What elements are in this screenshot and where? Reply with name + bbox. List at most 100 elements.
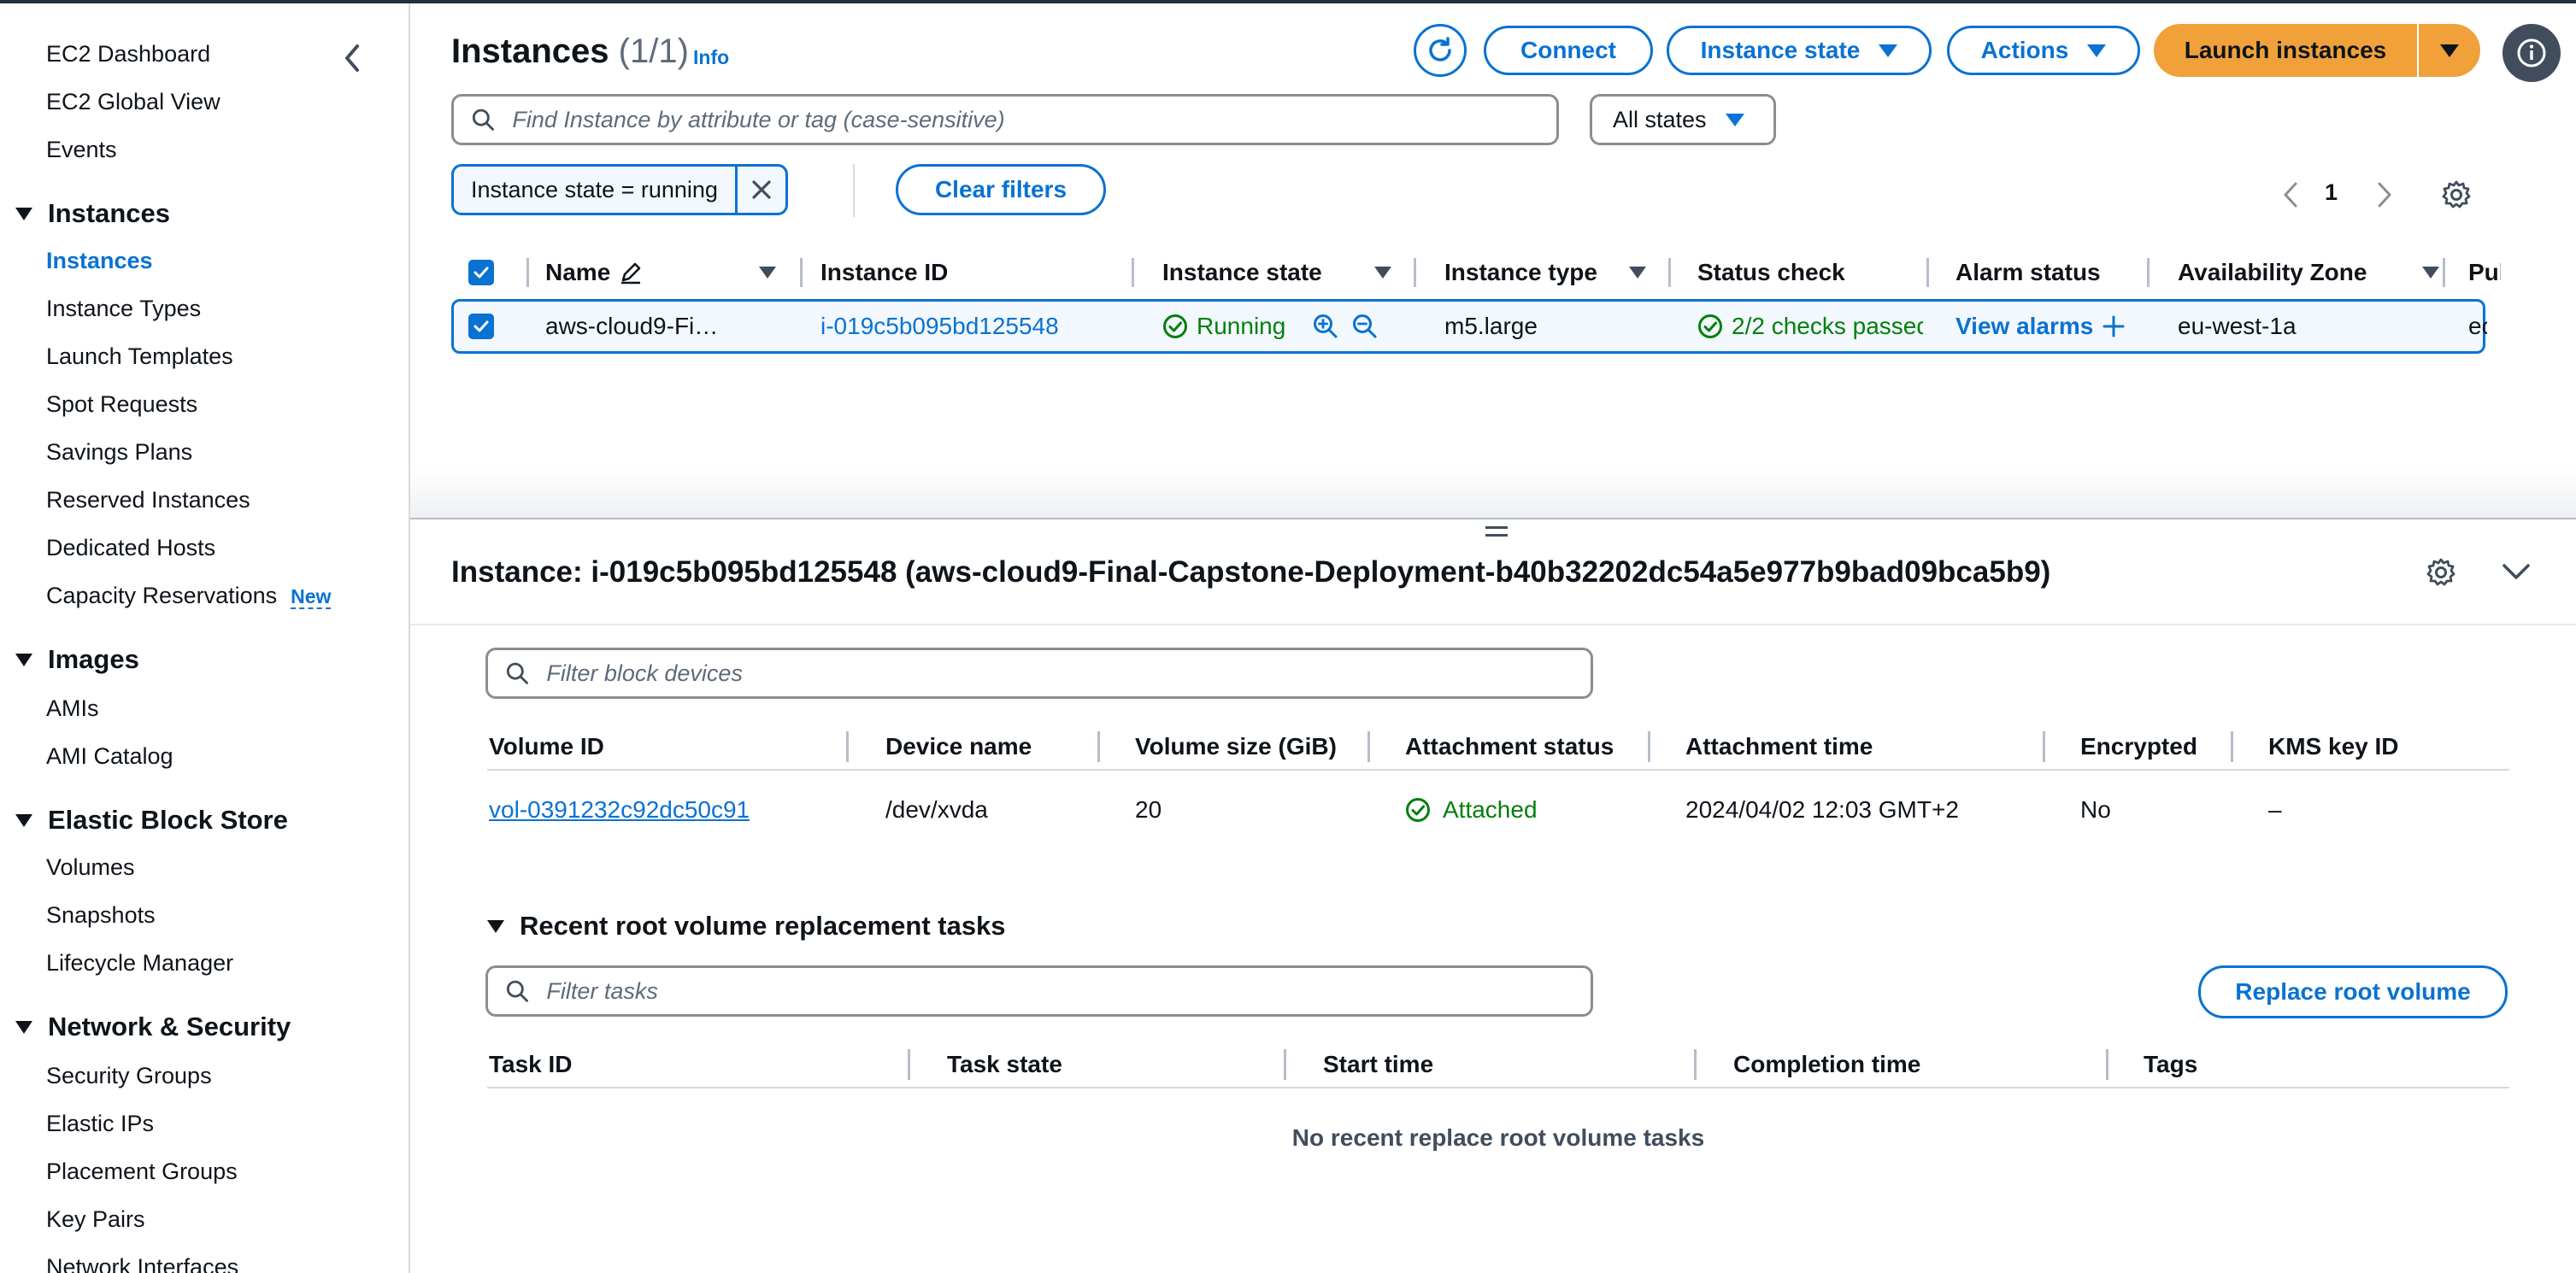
launch-options-dropdown[interactable] bbox=[2419, 24, 2480, 77]
device-name: /dev/xvda bbox=[885, 796, 988, 823]
col-instance-state[interactable]: Instance state bbox=[1162, 249, 1322, 296]
column-separator bbox=[1668, 258, 1671, 287]
col-name[interactable]: Name bbox=[545, 249, 643, 296]
attachment-status: Attached bbox=[1405, 788, 1538, 832]
instance-id-link[interactable]: i-019c5b095bd125548 bbox=[820, 302, 1059, 351]
instance-search-box[interactable] bbox=[451, 94, 1559, 145]
volume-size: 20 bbox=[1135, 796, 1162, 823]
tasks-filter[interactable] bbox=[485, 965, 1593, 1017]
sidebar-item-volumes[interactable]: Volumes bbox=[46, 854, 135, 881]
sidebar-item-events[interactable]: Events bbox=[46, 137, 117, 163]
zoom-in-icon[interactable] bbox=[1312, 302, 1339, 351]
col-attachment-time[interactable]: Attachment time bbox=[1685, 724, 1873, 769]
panel-fade bbox=[410, 468, 2576, 518]
split-panel-gear-icon[interactable] bbox=[2426, 557, 2456, 588]
sidebar-item-ec2-global-view[interactable]: EC2 Global View bbox=[46, 89, 221, 115]
instance-name: aws-cloud9-Fi… bbox=[545, 313, 719, 339]
sidebar-item-lifecycle-manager[interactable]: Lifecycle Manager bbox=[46, 950, 233, 977]
instance-state-dropdown[interactable]: Instance state bbox=[1667, 26, 1932, 75]
refresh-button[interactable] bbox=[1414, 24, 1467, 77]
sidebar-item-ami-catalog[interactable]: AMI Catalog bbox=[46, 743, 173, 770]
chevron-right-icon[interactable] bbox=[2376, 181, 2393, 208]
sidebar-item-launch-templates[interactable]: Launch Templates bbox=[46, 343, 233, 370]
col-public[interactable]: Publ bbox=[2468, 249, 2501, 296]
col-volume-size[interactable]: Volume size (GiB) bbox=[1135, 724, 1337, 769]
states-select[interactable]: All states bbox=[1590, 94, 1776, 145]
sidebar-item-instance-types[interactable]: Instance Types bbox=[46, 296, 201, 322]
sidebar-section-images[interactable]: Images bbox=[15, 644, 139, 675]
sidebar-item-network-interfaces[interactable]: Network Interfaces bbox=[46, 1254, 238, 1273]
col-instance-id[interactable]: Instance ID bbox=[820, 249, 948, 296]
sidebar-item-reserved-instances[interactable]: Reserved Instances bbox=[46, 487, 250, 513]
remove-filter-button[interactable] bbox=[738, 167, 785, 213]
tasks-filter-input[interactable] bbox=[544, 977, 1591, 1006]
col-volume-id[interactable]: Volume ID bbox=[489, 724, 604, 769]
success-circle-icon bbox=[1163, 314, 1187, 338]
sort-caret-icon[interactable] bbox=[759, 249, 776, 296]
sidebar-item-savings-plans[interactable]: Savings Plans bbox=[46, 439, 192, 466]
sidebar-item-spot-requests[interactable]: Spot Requests bbox=[46, 391, 197, 418]
info-link[interactable]: Info bbox=[693, 46, 729, 69]
page-number[interactable]: 1 bbox=[2325, 179, 2338, 206]
column-separator bbox=[1694, 1049, 1697, 1080]
sidebar-item-snapshots[interactable]: Snapshots bbox=[46, 902, 156, 929]
sidebar-section-elastic-block-store[interactable]: Elastic Block Store bbox=[15, 805, 288, 836]
resize-handle-icon[interactable] bbox=[1485, 526, 1508, 542]
sidebar-item-ec2-dashboard[interactable]: EC2 Dashboard bbox=[46, 41, 210, 67]
sidebar-section-network-security[interactable]: Network & Security bbox=[15, 1012, 291, 1042]
expanded-triangle-icon bbox=[15, 813, 32, 827]
col-completion-time[interactable]: Completion time bbox=[1733, 1042, 1920, 1087]
chevron-left-icon[interactable] bbox=[2282, 181, 2299, 208]
col-alarm-status[interactable]: Alarm status bbox=[1956, 249, 2101, 296]
sort-caret-icon[interactable] bbox=[1629, 249, 1646, 296]
sidebar-item-placement-groups[interactable]: Placement Groups bbox=[46, 1159, 238, 1185]
actions-dropdown[interactable]: Actions bbox=[1947, 26, 2140, 75]
block-devices-filter-input[interactable] bbox=[544, 659, 1591, 688]
sort-caret-icon[interactable] bbox=[2422, 249, 2439, 296]
view-alarms-link[interactable]: View alarms bbox=[1956, 302, 2126, 351]
help-info-button[interactable] bbox=[2502, 24, 2561, 82]
sidebar-item-security-groups[interactable]: Security Groups bbox=[46, 1063, 212, 1089]
col-kms-key-id[interactable]: KMS key ID bbox=[2268, 724, 2399, 769]
col-task-state[interactable]: Task state bbox=[947, 1042, 1062, 1087]
zoom-out-icon[interactable] bbox=[1351, 302, 1379, 351]
col-task-id[interactable]: Task ID bbox=[489, 1042, 573, 1087]
expanded-triangle-icon bbox=[15, 207, 32, 220]
replace-root-volume-button[interactable]: Replace root volume bbox=[2198, 965, 2508, 1018]
col-attachment-status[interactable]: Attachment status bbox=[1405, 724, 1614, 769]
col-availability-zone[interactable]: Availability Zone bbox=[2178, 249, 2367, 296]
row-checkbox[interactable] bbox=[468, 302, 494, 351]
collapse-panel-chevron-down-icon[interactable] bbox=[2501, 560, 2532, 583]
column-separator bbox=[2147, 258, 2150, 287]
sort-caret-icon[interactable] bbox=[1374, 249, 1391, 296]
instance-search-input[interactable] bbox=[510, 105, 1556, 134]
col-status-check[interactable]: Status check bbox=[1697, 249, 1845, 296]
sidebar-item-instances[interactable]: Instances bbox=[46, 248, 153, 274]
column-separator bbox=[2106, 1049, 2108, 1080]
select-all-checkbox[interactable] bbox=[468, 249, 494, 296]
connect-button[interactable]: Connect bbox=[1484, 26, 1653, 75]
col-device-name[interactable]: Device name bbox=[885, 724, 1032, 769]
sidebar-item-elastic-ips[interactable]: Elastic IPs bbox=[46, 1111, 154, 1137]
col-tags[interactable]: Tags bbox=[2144, 1042, 2197, 1087]
launch-instances-button[interactable]: Launch instances bbox=[2154, 24, 2417, 77]
volume-id-link[interactable]: vol-0391232c92dc50c91 bbox=[489, 788, 750, 832]
column-separator bbox=[526, 258, 529, 287]
col-instance-type[interactable]: Instance type bbox=[1444, 249, 1597, 296]
filter-token-label: Instance state = running bbox=[454, 167, 738, 213]
table-row: vol-0391232c92dc50c91 /dev/xvda 20 Attac… bbox=[487, 788, 2509, 839]
collapse-chevron-icon[interactable] bbox=[342, 43, 362, 73]
sidebar-section-instances[interactable]: Instances bbox=[15, 198, 170, 229]
table-row[interactable]: aws-cloud9-Fi… i-019c5b095bd125548 Runni… bbox=[451, 299, 2487, 354]
table-preferences-gear-icon[interactable] bbox=[2441, 179, 2472, 210]
block-devices-filter[interactable] bbox=[485, 648, 1593, 699]
sidebar-item-key-pairs[interactable]: Key Pairs bbox=[46, 1206, 145, 1233]
clear-filters-button[interactable]: Clear filters bbox=[896, 164, 1106, 215]
expanded-triangle-icon bbox=[487, 919, 504, 933]
sidebar-item-amis[interactable]: AMIs bbox=[46, 695, 99, 722]
recent-tasks-expander[interactable]: Recent root volume replacement tasks bbox=[487, 911, 1006, 942]
col-encrypted[interactable]: Encrypted bbox=[2080, 724, 2197, 769]
sidebar-item-dedicated-hosts[interactable]: Dedicated Hosts bbox=[46, 535, 215, 561]
col-start-time[interactable]: Start time bbox=[1323, 1042, 1433, 1087]
sidebar-item-capacity-reservations[interactable]: Capacity Reservations New bbox=[46, 583, 332, 609]
